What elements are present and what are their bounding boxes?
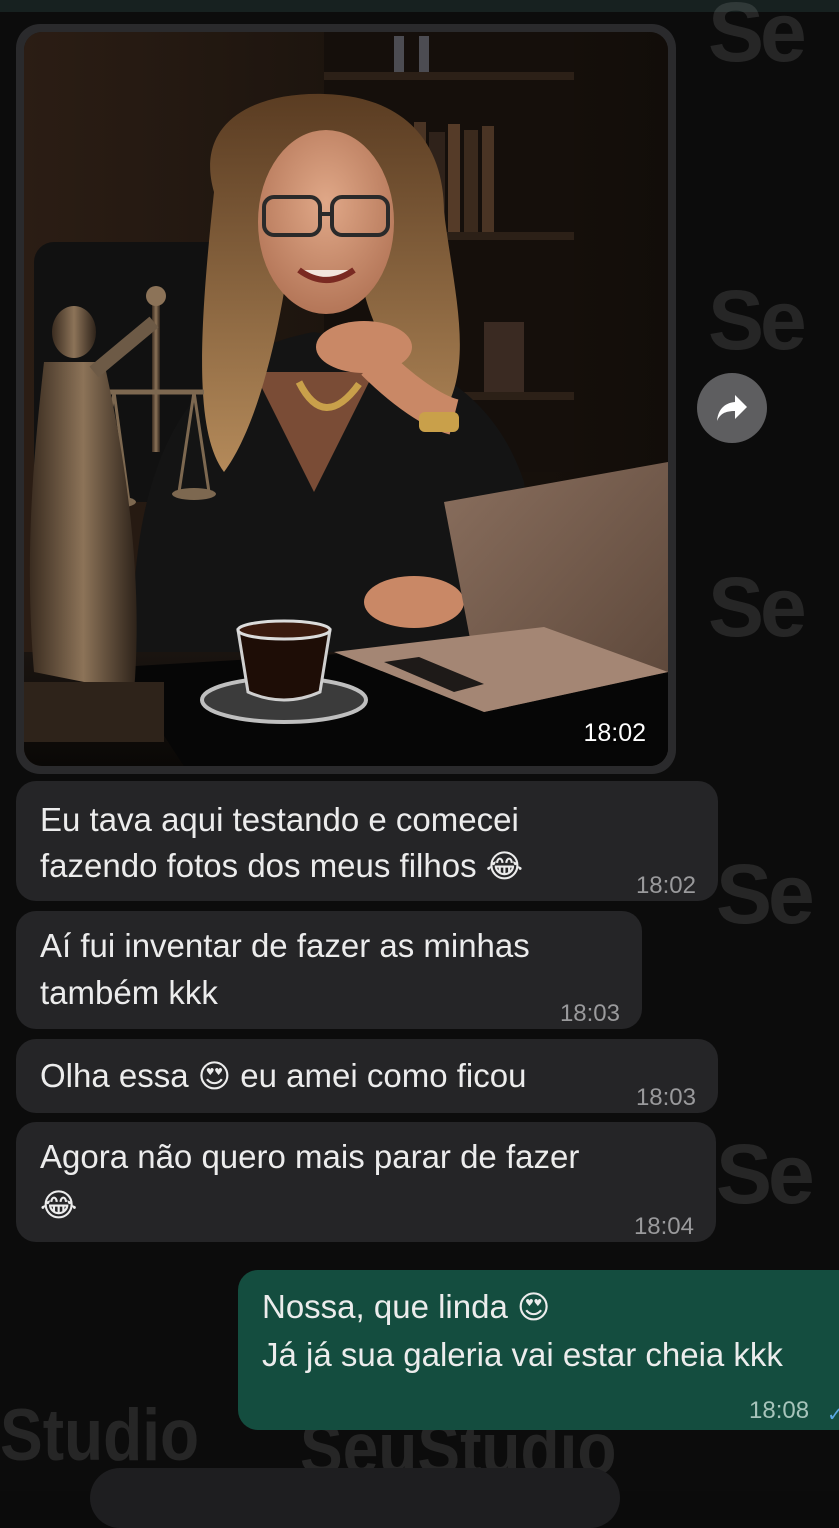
message-bubble-incoming[interactable]: Agora não quero mais parar de fazer 😂 18… (16, 1122, 716, 1242)
message-time: 18:04 (633, 1213, 694, 1240)
watermark: Se (708, 560, 807, 654)
watermark: Se (716, 1127, 815, 1221)
message-bubble-incoming[interactable]: Aí fui inventar de fazer as minhas també… (16, 911, 642, 1029)
heart-eyes-emoji: 😍 (517, 1288, 551, 1326)
message-text: Nossa, que linda (262, 1288, 508, 1325)
forward-button[interactable] (697, 373, 767, 443)
message-line: Aí fui inventar de fazer as minhas (40, 927, 530, 964)
message-time: 18:03 (635, 1084, 696, 1111)
watermark: Se (716, 847, 815, 941)
message-bubble-outgoing[interactable]: Nossa, que linda 😍 Já já sua galeria vai… (238, 1270, 839, 1430)
tears-of-joy-emoji: 😂 (485, 847, 524, 885)
portrait-photo[interactable]: 18:02 (24, 32, 668, 766)
message-line: também kkk (40, 974, 218, 1011)
heart-eyes-emoji: 😍 (197, 1057, 232, 1095)
message-input-edge[interactable] (90, 1468, 620, 1528)
message-time: 18:03 (559, 1000, 620, 1027)
read-check-icon: ✓ (827, 1404, 839, 1426)
message-bubble-incoming[interactable]: Eu tava aqui testando e comecei fazendo … (16, 781, 718, 901)
message-text: fazendo fotos dos meus filhos (40, 847, 477, 884)
message-time: 18:02 (583, 719, 646, 747)
message-line: Já já sua galeria vai estar cheia kkk (262, 1336, 783, 1373)
message-time: 18:02 (635, 872, 696, 899)
message-line: Eu tava aqui testando e comecei (40, 801, 519, 838)
message-line: Olha essa 😍 eu amei como ficou (40, 1053, 526, 1099)
watermark: Se (708, 273, 807, 367)
watermark: Se (708, 0, 807, 79)
tears-of-joy-emoji: 😂 (40, 1186, 78, 1224)
watermark-studio: Studio (0, 1393, 200, 1477)
image-message-bubble[interactable]: 18:02 (16, 24, 676, 774)
message-line: fazendo fotos dos meus filhos 😂 (40, 843, 523, 889)
message-bubble-incoming[interactable]: Olha essa 😍 eu amei como ficou 18:03 (16, 1039, 718, 1113)
forward-icon (717, 395, 747, 421)
message-text: Olha essa (40, 1057, 189, 1094)
message-time: 18:08 (749, 1397, 810, 1424)
message-line: Nossa, que linda 😍 (262, 1284, 550, 1330)
message-text: eu amei como ficou (240, 1057, 527, 1094)
message-line: Agora não quero mais parar de fazer (40, 1138, 580, 1175)
